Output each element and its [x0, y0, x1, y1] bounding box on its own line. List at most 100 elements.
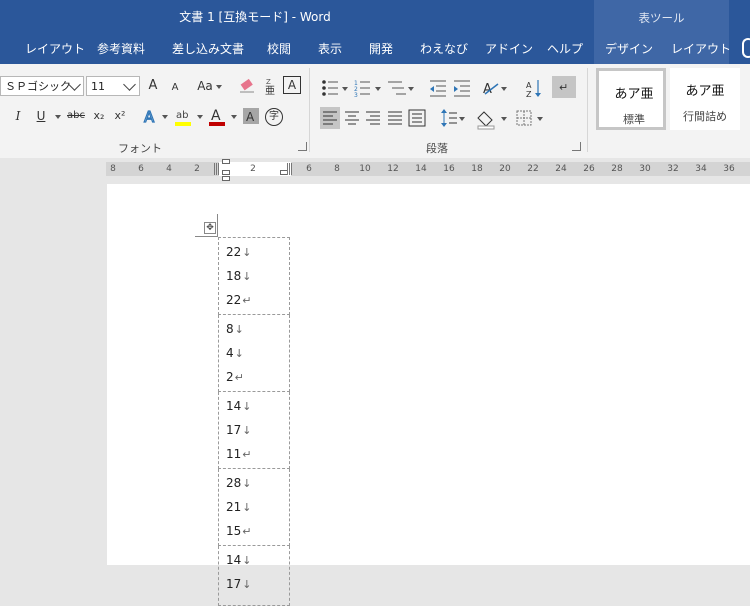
- cell-line: 4↓: [226, 341, 289, 365]
- table-cell[interactable]: 28↓ 21↓ 15↵: [218, 468, 290, 546]
- align-center-icon[interactable]: [345, 111, 359, 125]
- tab-table-design[interactable]: デザイン: [605, 40, 653, 60]
- ruler-tick: 34: [695, 164, 707, 174]
- multilevel-dropdown-icon[interactable]: [408, 87, 414, 91]
- cell-line: 8↓: [226, 317, 289, 341]
- grow-font-button[interactable]: A: [145, 76, 161, 96]
- tab-references[interactable]: 参考資料: [97, 40, 145, 60]
- shading-icon[interactable]: [477, 111, 495, 130]
- table-move-handle-icon[interactable]: ✥: [204, 222, 216, 234]
- tab-mailings[interactable]: 差し込み文書: [172, 40, 244, 60]
- sort-icon[interactable]: AZ: [526, 80, 541, 99]
- underline-dropdown-icon[interactable]: [55, 115, 61, 119]
- underline-button[interactable]: U: [35, 106, 47, 126]
- borders-icon[interactable]: [516, 110, 532, 126]
- align-right-icon[interactable]: [366, 111, 380, 125]
- column-marker[interactable]: [287, 163, 293, 175]
- distributed-icon[interactable]: [408, 109, 426, 127]
- table-row: 22↓ 18↓ 22↵: [218, 237, 290, 315]
- table-cell[interactable]: 22↓ 18↓ 22↵: [218, 237, 290, 315]
- tell-me-icon[interactable]: [742, 38, 750, 58]
- tab-layout[interactable]: レイアウト: [25, 40, 85, 60]
- table-row: 14↓ 17↓: [218, 545, 290, 606]
- line-break-mark: ↓: [242, 477, 252, 490]
- character-shading-icon[interactable]: A: [243, 108, 259, 124]
- cell-line: 11↵: [226, 442, 289, 466]
- highlight-dropdown-icon[interactable]: [197, 115, 203, 119]
- font-color-dropdown-icon[interactable]: [231, 115, 237, 119]
- align-left-button[interactable]: [320, 107, 340, 129]
- justify-icon[interactable]: [388, 111, 402, 125]
- hanging-indent-marker[interactable]: [222, 170, 230, 175]
- text-effects-dropdown-icon[interactable]: [162, 115, 168, 119]
- numbering-icon[interactable]: 123: [354, 80, 370, 99]
- table-cell[interactable]: 14↓ 17↓ 11↵: [218, 391, 290, 469]
- decrease-indent-icon[interactable]: [430, 80, 446, 97]
- strikethrough-button[interactable]: abc: [66, 106, 86, 126]
- tab-waenavi[interactable]: わえなび: [420, 40, 468, 60]
- cell-line: 14↓: [226, 394, 289, 418]
- svg-text:Z: Z: [266, 78, 271, 86]
- table[interactable]: 22↓ 18↓ 22↵ 8↓ 4↓ 2↵ 14↓ 17↓ 11↵ 28↓ 21↓…: [218, 237, 290, 606]
- document-page[interactable]: [107, 184, 750, 565]
- change-case-button[interactable]: Aa: [195, 76, 215, 96]
- table-cell[interactable]: 8↓ 4↓ 2↵: [218, 314, 290, 392]
- tab-help[interactable]: ヘルプ: [547, 40, 583, 60]
- line-spacing-icon[interactable]: [441, 109, 457, 127]
- ruler-tick: 10: [359, 164, 371, 174]
- increase-indent-icon[interactable]: [454, 80, 470, 97]
- tab-table-layout[interactable]: レイアウト: [671, 40, 731, 60]
- cell-line: 22↵: [226, 288, 289, 312]
- cell-line: 15↵: [226, 519, 289, 543]
- line-break-mark: ↓: [234, 323, 244, 336]
- cell-line: 22↓: [226, 240, 289, 264]
- tab-developer[interactable]: 開発: [369, 40, 393, 60]
- column-marker[interactable]: [214, 163, 220, 175]
- borders-dropdown-icon[interactable]: [537, 117, 543, 121]
- enclose-characters-button[interactable]: 字: [265, 108, 283, 126]
- superscript-button[interactable]: x²: [112, 106, 128, 126]
- cell-value: 21: [226, 500, 242, 514]
- ruler-tick: 36: [723, 164, 735, 174]
- ruler-tick: 2: [250, 164, 256, 174]
- ruler-tick: 6: [138, 164, 144, 174]
- cell-line: 2↵: [226, 365, 289, 389]
- tab-view[interactable]: 表示: [318, 40, 342, 60]
- asian-layout-dropdown-icon[interactable]: [501, 87, 507, 91]
- cell-value: 18: [226, 269, 242, 283]
- font-dialog-launcher-icon[interactable]: [298, 142, 307, 151]
- bullets-dropdown-icon[interactable]: [342, 87, 348, 91]
- change-case-dropdown-icon[interactable]: [216, 85, 222, 89]
- subscript-button[interactable]: x₂: [91, 106, 107, 126]
- first-line-indent-marker[interactable]: [222, 159, 230, 164]
- bullets-icon[interactable]: [322, 80, 338, 96]
- paragraph-dialog-launcher-icon[interactable]: [572, 142, 581, 151]
- ribbon: ＳＰゴシック 11 A A Aa Z 亜 A I U abc x₂ x² A a…: [0, 64, 750, 159]
- multilevel-list-icon[interactable]: [388, 81, 406, 95]
- style-name: 行間詰め: [683, 110, 727, 123]
- margin-corner-mark: [217, 214, 218, 237]
- text-effects-icon[interactable]: A: [142, 108, 160, 126]
- ruler-tick: 30: [639, 164, 651, 174]
- tab-review[interactable]: 校閲: [267, 40, 291, 60]
- character-border-button[interactable]: A: [283, 76, 301, 94]
- shading-dropdown-icon[interactable]: [501, 117, 507, 121]
- clear-formatting-icon[interactable]: [238, 78, 256, 94]
- phonetic-guide-icon[interactable]: Z 亜: [262, 76, 278, 96]
- numbering-dropdown-icon[interactable]: [375, 87, 381, 91]
- shrink-font-button[interactable]: A: [168, 78, 182, 98]
- paragraph-group-label: 段落: [426, 142, 448, 155]
- left-indent-marker[interactable]: [222, 176, 230, 181]
- font-color-icon[interactable]: A: [208, 106, 228, 128]
- line-spacing-dropdown-icon[interactable]: [459, 117, 465, 121]
- style-no-spacing[interactable]: あア亜 行間詰め: [670, 68, 740, 130]
- asian-layout-icon[interactable]: A: [483, 82, 499, 97]
- highlight-icon[interactable]: ab: [174, 106, 194, 128]
- style-sample: あア亜: [614, 87, 654, 102]
- ruler-tick: 22: [527, 164, 539, 174]
- tab-addins[interactable]: アドイン: [485, 40, 533, 60]
- italic-button[interactable]: I: [12, 106, 24, 126]
- line-break-mark: ↓: [242, 501, 252, 514]
- table-cell[interactable]: 14↓ 17↓: [218, 545, 290, 606]
- style-normal[interactable]: あア亜 標準: [596, 68, 666, 130]
